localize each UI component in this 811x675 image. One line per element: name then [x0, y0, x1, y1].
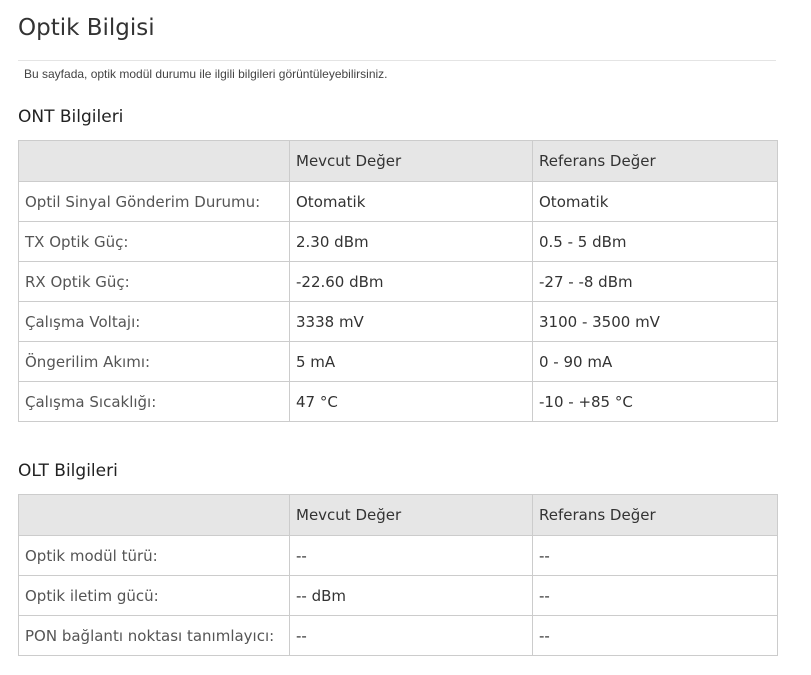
- current-value: -- dBm: [289, 575, 533, 616]
- row-label: Optil Sinyal Gönderim Durumu:: [18, 181, 290, 222]
- table-row: Çalışma Voltajı: 3338 mV 3100 - 3500 mV: [18, 301, 778, 342]
- current-value: 2.30 dBm: [289, 221, 533, 262]
- column-header-reference: Referans Değer: [532, 494, 778, 536]
- reference-value: 0 - 90 mA: [532, 341, 778, 382]
- ont-info-table: Mevcut Değer Referans Değer Optil Sinyal…: [18, 140, 778, 422]
- row-label: Çalışma Voltajı:: [18, 301, 290, 342]
- column-header-current: Mevcut Değer: [289, 140, 533, 182]
- table-header-row: Mevcut Değer Referans Değer: [18, 140, 778, 182]
- current-value: 47 °C: [289, 381, 533, 422]
- table-row: Optil Sinyal Gönderim Durumu: Otomatik O…: [18, 181, 778, 222]
- page-description: Bu sayfada, optik modül durumu ile ilgil…: [24, 67, 388, 81]
- reference-value: 3100 - 3500 mV: [532, 301, 778, 342]
- table-row: Optik iletim gücü: -- dBm --: [18, 575, 778, 616]
- row-label: Öngerilim Akımı:: [18, 341, 290, 382]
- current-value: Otomatik: [289, 181, 533, 222]
- current-value: --: [289, 535, 533, 576]
- reference-value: -10 - +85 °C: [532, 381, 778, 422]
- table-row: Çalışma Sıcaklığı: 47 °C -10 - +85 °C: [18, 381, 778, 422]
- table-header-row: Mevcut Değer Referans Değer: [18, 494, 778, 536]
- reference-value: --: [532, 615, 778, 656]
- column-header-current: Mevcut Değer: [289, 494, 533, 536]
- page-title: Optik Bilgisi: [18, 15, 155, 41]
- current-value: 5 mA: [289, 341, 533, 382]
- table-row: TX Optik Güç: 2.30 dBm 0.5 - 5 dBm: [18, 221, 778, 262]
- current-value: 3338 mV: [289, 301, 533, 342]
- reference-value: --: [532, 575, 778, 616]
- column-header-label: [18, 494, 290, 536]
- current-value: -22.60 dBm: [289, 261, 533, 302]
- column-header-reference: Referans Değer: [532, 140, 778, 182]
- olt-section-title: OLT Bilgileri: [18, 461, 118, 481]
- row-label: TX Optik Güç:: [18, 221, 290, 262]
- row-label: Optik iletim gücü:: [18, 575, 290, 616]
- reference-value: 0.5 - 5 dBm: [532, 221, 778, 262]
- title-divider: [18, 60, 776, 61]
- table-row: Öngerilim Akımı: 5 mA 0 - 90 mA: [18, 341, 778, 382]
- row-label: Çalışma Sıcaklığı:: [18, 381, 290, 422]
- row-label: Optik modül türü:: [18, 535, 290, 576]
- row-label: PON bağlantı noktası tanımlayıcı:: [18, 615, 290, 656]
- current-value: --: [289, 615, 533, 656]
- reference-value: Otomatik: [532, 181, 778, 222]
- reference-value: -27 - -8 dBm: [532, 261, 778, 302]
- table-row: Optik modül türü: -- --: [18, 535, 778, 576]
- table-row: PON bağlantı noktası tanımlayıcı: -- --: [18, 615, 778, 656]
- ont-section-title: ONT Bilgileri: [18, 107, 124, 127]
- reference-value: --: [532, 535, 778, 576]
- table-row: RX Optik Güç: -22.60 dBm -27 - -8 dBm: [18, 261, 778, 302]
- olt-info-table: Mevcut Değer Referans Değer Optik modül …: [18, 494, 778, 656]
- column-header-label: [18, 140, 290, 182]
- row-label: RX Optik Güç:: [18, 261, 290, 302]
